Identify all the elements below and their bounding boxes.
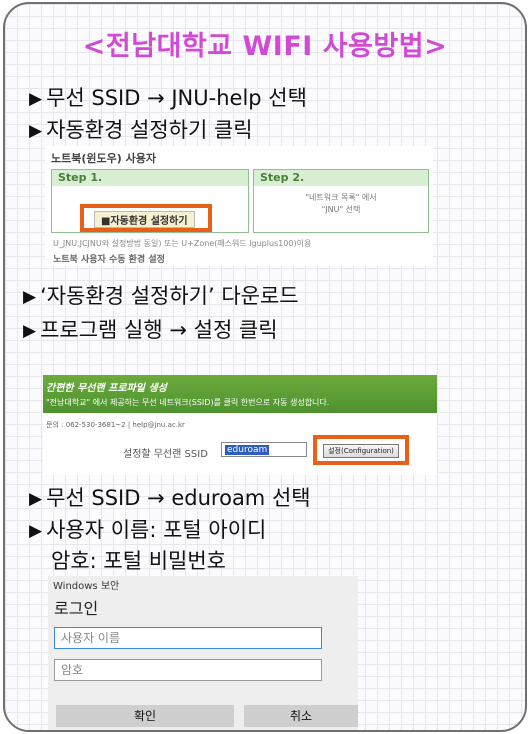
password-input[interactable]: 암호 <box>54 659 322 681</box>
step2-line2: "JNU" 선택 <box>321 205 361 214</box>
ssid-label: 설정할 무선랜 SSID <box>123 449 208 460</box>
step2-label: Step 2. <box>254 170 428 186</box>
cancel-button[interactable]: 취소 <box>244 705 358 727</box>
config-button-highlight: 설정(Configuration) <box>313 435 409 465</box>
bullet-triangle-icon: ▶ <box>29 521 43 541</box>
step-text: 프로그램 실행 → 설정 클릭 <box>40 318 278 342</box>
step-select-eduroam: ▶ 무선 SSID → eduroam 선택 <box>29 482 311 512</box>
step2-box: Step 2. "네트워크 목록" 에서 "JNU" 선택 <box>253 169 429 233</box>
step-password: 암호: 포털 비밀번호 <box>51 545 226 575</box>
page-title: <전남대학교 WIFI 사용방법> <box>82 31 448 62</box>
screenshot-profile-generator: 간편한 무선랜 프로파일 생성 "전남대학교" 에서 제공하는 무선 네트워크(… <box>43 375 437 475</box>
auto-config-button[interactable]: ■자동환경 설정하기 <box>94 211 195 228</box>
step-run-program: ▶ 프로그램 실행 → 설정 클릭 <box>23 314 278 344</box>
step-download: ▶ ‘자동환경 설정하기’ 다운로드 <box>23 280 299 310</box>
step-jnu-help: ▶ 무선 SSID → JNU-help 선택 <box>29 82 307 112</box>
step1-label: Step 1. <box>52 170 248 186</box>
step-username: ▶ 사용자 이름: 포털 아이디 <box>29 514 266 544</box>
step2-line1: "네트워크 목록" 에서 <box>305 193 377 202</box>
profile-header-banner: 간편한 무선랜 프로파일 생성 "전남대학교" 에서 제공하는 무선 네트워크(… <box>43 375 437 413</box>
window-label: Windows 보안 <box>53 581 120 592</box>
bullet-triangle-icon: ▶ <box>23 321 37 341</box>
banner-subtitle: "전남대학교" 에서 제공하는 무선 네트워크(SSID)를 클릭 한번으로 자… <box>46 398 330 407</box>
dialog-title: 로그인 <box>54 599 99 618</box>
step-auto-config: ▶ 자동환경 설정하기 클릭 <box>29 114 253 144</box>
ssid-input[interactable]: eduroam <box>221 442 307 457</box>
step-text: 무선 SSID → eduroam 선택 <box>46 486 311 510</box>
screenshot-notebook-guide: 노트북(윈도우) 사용자 Step 1. ■자동환경 설정하기 Step 2. … <box>45 146 433 266</box>
step-text: 자동환경 설정하기 클릭 <box>46 118 253 142</box>
bullet-triangle-icon: ▶ <box>29 489 43 509</box>
configuration-button[interactable]: 설정(Configuration) <box>323 444 399 458</box>
notebook-user-header: 노트북(윈도우) 사용자 <box>51 152 156 165</box>
bullet-triangle-icon: ▶ <box>29 121 43 141</box>
bullet-triangle-icon: ▶ <box>23 287 37 307</box>
auto-config-button-highlight[interactable]: ■자동환경 설정하기 <box>80 204 212 232</box>
banner-title: 간편한 무선랜 프로파일 생성 <box>46 383 167 394</box>
step1-box: Step 1. ■자동환경 설정하기 <box>51 169 249 233</box>
step-text: 무선 SSID → JNU-help 선택 <box>46 86 307 110</box>
windows-security-dialog: Windows 보안 로그인 사용자 이름 암호 확인 취소 <box>48 576 358 730</box>
contact-info: 문의 : 062-530-3681~2 | help@jnu.ac.kr <box>46 421 185 429</box>
ssid-value: eduroam <box>225 445 270 455</box>
username-input[interactable]: 사용자 이름 <box>54 627 322 649</box>
bullet-triangle-icon: ▶ <box>29 89 43 109</box>
footnote-text: U_JNU,JCJNU와 설정방법 동일) 또는 U+Zone(패스워드 lgu… <box>53 239 312 248</box>
step-text: 암호: 포털 비밀번호 <box>51 549 226 573</box>
manual-config-link[interactable]: 노트북 사용자 수동 환경 설정 <box>53 252 165 265</box>
ok-button[interactable]: 확인 <box>56 705 234 727</box>
instruction-card: <전남대학교 WIFI 사용방법> ▶ 무선 SSID → JNU-help 선택… <box>3 2 527 732</box>
step-text: ‘자동환경 설정하기’ 다운로드 <box>40 284 299 308</box>
step-text: 사용자 이름: 포털 아이디 <box>46 518 267 542</box>
